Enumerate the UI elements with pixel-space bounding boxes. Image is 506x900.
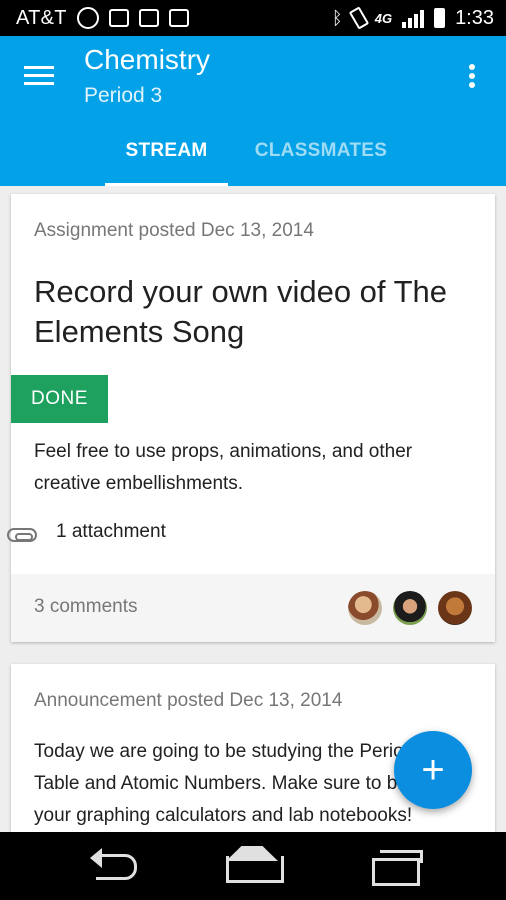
tab-stream[interactable]: STREAM bbox=[105, 134, 228, 186]
avatar bbox=[393, 591, 427, 625]
system-nav-bar bbox=[0, 832, 506, 900]
vibrate-icon bbox=[348, 6, 369, 30]
avatar bbox=[438, 591, 472, 625]
announcement-posted-date: Announcement posted Dec 13, 2014 bbox=[34, 690, 343, 711]
bluetooth-icon: ᛒ bbox=[331, 7, 343, 28]
card-footer: 3 comments bbox=[11, 574, 495, 642]
assignment-card[interactable]: Assignment posted Dec 13, 2014 Record yo… bbox=[7, 194, 495, 642]
battery-icon bbox=[434, 8, 446, 28]
network-label: 4G bbox=[374, 10, 393, 26]
clock: 1:33 bbox=[455, 6, 494, 29]
avatar bbox=[348, 591, 382, 625]
image-icon bbox=[138, 9, 159, 27]
assignment-title: Record your own video of The Elements So… bbox=[34, 274, 447, 349]
back-icon[interactable] bbox=[82, 846, 142, 886]
gmail-icon bbox=[108, 9, 129, 27]
home-icon[interactable] bbox=[222, 846, 284, 886]
class-period: Period 3 bbox=[84, 84, 163, 107]
tab-bar: STREAM CLASSMATES bbox=[105, 134, 406, 186]
recent-apps-icon[interactable] bbox=[368, 846, 424, 886]
attachment-link[interactable]: 1 attachment bbox=[56, 521, 166, 543]
menu-icon[interactable] bbox=[24, 66, 54, 86]
comments-link[interactable]: 3 comments bbox=[34, 596, 137, 618]
status-bar: AT&T ᛒ 4G 1:33 bbox=[0, 0, 506, 36]
carrier-label: AT&T bbox=[16, 6, 67, 29]
status-badge: DONE bbox=[11, 375, 108, 423]
signal-icon bbox=[402, 8, 425, 28]
app-bar: Chemistry Period 3 STREAM CLASSMATES bbox=[0, 36, 506, 186]
assignment-posted-date: Assignment posted Dec 13, 2014 bbox=[34, 220, 314, 241]
assignment-description: Feel free to use props, animations, and … bbox=[34, 441, 413, 494]
announcement-line: your graphing calculators and lab notebo… bbox=[34, 805, 413, 826]
more-options-icon[interactable] bbox=[462, 62, 482, 90]
paperclip-icon[interactable] bbox=[7, 528, 37, 542]
plus-icon: + bbox=[421, 747, 445, 792]
class-title: Chemistry bbox=[84, 44, 211, 75]
hangouts-icon bbox=[76, 7, 99, 29]
tab-classmates[interactable]: CLASSMATES bbox=[236, 134, 406, 186]
add-post-button[interactable]: + bbox=[394, 731, 472, 809]
gmail-icon bbox=[168, 9, 189, 27]
